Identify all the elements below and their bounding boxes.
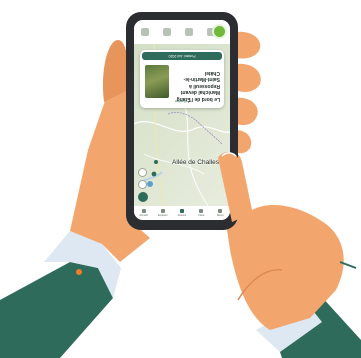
locate-button[interactable] xyxy=(138,192,148,202)
search-icon[interactable] xyxy=(163,28,171,36)
location-icon[interactable] xyxy=(212,24,227,39)
card-title: Le bord de l'Étang Maréchal devant Repos… xyxy=(176,70,220,102)
card-photo xyxy=(145,65,169,98)
finger-3 xyxy=(236,97,258,126)
card-header: Posted: Juil 2020 xyxy=(142,52,222,60)
layers-icon[interactable] xyxy=(138,180,147,189)
cufflink xyxy=(76,269,82,275)
tab-map[interactable]: Carte xyxy=(193,209,209,217)
finger-1 xyxy=(236,31,261,59)
finger-2 xyxy=(236,63,261,92)
map[interactable]: Posted: Juil 2020 Le bord de l'Étang Mar… xyxy=(134,44,230,206)
map-place-label: Allée de Challes xyxy=(172,159,219,166)
card-tag: Sentier xyxy=(174,99,186,103)
tab-home[interactable]: Accueil xyxy=(136,209,152,217)
poi-card[interactable]: Posted: Juil 2020 Le bord de l'Étang Mar… xyxy=(140,50,224,108)
star-icon[interactable] xyxy=(185,28,193,36)
phone-screen: Posted: Juil 2020 Le bord de l'Étang Mar… xyxy=(134,20,230,220)
navigate-icon[interactable] xyxy=(138,168,147,177)
heart-icon xyxy=(179,209,184,213)
home-icon xyxy=(141,209,146,213)
tab-favorites[interactable]: Favoris xyxy=(174,209,190,217)
left-sleeve xyxy=(0,262,113,358)
more-icon xyxy=(218,209,223,213)
compass-icon xyxy=(160,209,165,213)
bottom-nav: Accueil Explorer Favoris Carte Menu xyxy=(134,206,230,220)
top-bar xyxy=(134,20,230,44)
illustration: Posted: Juil 2020 Le bord de l'Étang Mar… xyxy=(0,0,361,358)
map-icon xyxy=(199,209,204,213)
finger-4 xyxy=(236,130,252,154)
tab-explore[interactable]: Explorer xyxy=(155,209,171,217)
tab-menu[interactable]: Menu xyxy=(212,209,228,217)
menu-icon[interactable] xyxy=(141,28,149,36)
